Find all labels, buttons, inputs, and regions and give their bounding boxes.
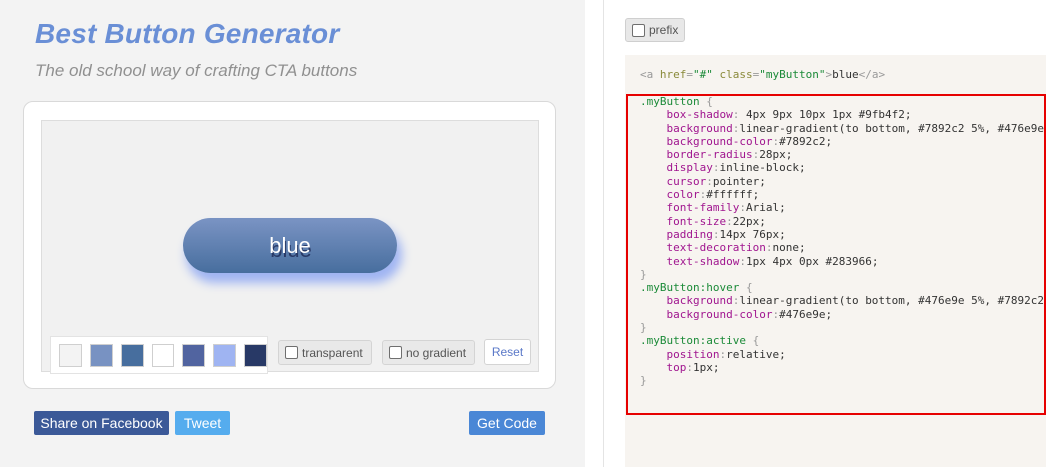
- css-property: font-family: [666, 201, 740, 215]
- css-value: #ffffff;: [706, 188, 760, 202]
- html-class-value: "myButton": [759, 68, 826, 81]
- swatch-white[interactable]: [151, 343, 175, 367]
- css-value: #7892c2;: [779, 134, 833, 148]
- transparent-checkbox[interactable]: [285, 346, 298, 359]
- css-value: none;: [772, 241, 806, 255]
- prefix-toggle[interactable]: prefix: [625, 18, 685, 42]
- css-value: pointer;: [712, 174, 766, 188]
- page-subtitle: The old school way of crafting CTA butto…: [35, 61, 358, 80]
- prefix-label: prefix: [649, 23, 679, 37]
- css-value: #476e9e;: [779, 307, 833, 321]
- preview-card: blue transparent no gradient Reset: [23, 101, 556, 389]
- preview-button[interactable]: blue: [183, 218, 397, 273]
- css-property: text-shadow: [666, 254, 740, 268]
- color-swatches: [50, 336, 268, 374]
- css-value: linear-gradient(to bottom, #7892c2 5%, #…: [739, 121, 1044, 135]
- transparent-option[interactable]: transparent: [278, 340, 372, 365]
- css-property: background-color: [666, 134, 773, 148]
- html-href-attr: href: [659, 68, 687, 81]
- no-gradient-label: no gradient: [406, 345, 467, 360]
- swatch-indigo[interactable]: [182, 343, 206, 367]
- html-href-value: "#": [693, 68, 713, 81]
- css-value: 1px;: [693, 360, 720, 374]
- css-value: 4px 9px 10px 1px #9fb4f2;: [739, 108, 912, 122]
- no-gradient-option[interactable]: no gradient: [382, 340, 476, 365]
- css-property: background-color: [666, 307, 773, 321]
- css-selector: .myButton:active: [640, 334, 746, 348]
- css-value: 22px;: [732, 214, 766, 228]
- css-property: background: [666, 121, 733, 135]
- reset-button[interactable]: Reset: [484, 339, 531, 365]
- button-preview-area: blue transparent no gradient Reset: [41, 120, 539, 374]
- css-property: font-size: [666, 214, 727, 228]
- html-snippet: <a href="#" class="myButton">blue</a>: [640, 68, 886, 81]
- pane-divider: [603, 0, 604, 467]
- css-property: display: [666, 161, 713, 175]
- css-value: relative;: [726, 347, 786, 361]
- css-property: cursor: [666, 174, 707, 188]
- swatch-periwinkle[interactable]: [213, 343, 237, 367]
- swatch-navy[interactable]: [244, 343, 268, 367]
- css-property: color: [666, 188, 700, 202]
- page-title: Best Button Generator: [35, 18, 340, 49]
- get-code-button[interactable]: Get Code: [469, 411, 545, 435]
- css-selector: .myButton: [640, 95, 700, 108]
- css-property: top: [666, 360, 687, 374]
- share-facebook-button[interactable]: Share on Facebook: [34, 411, 169, 435]
- css-property: border-radius: [666, 148, 753, 162]
- css-property: text-decoration: [666, 241, 766, 255]
- css-value: inline-block;: [719, 161, 806, 175]
- css-selector: .myButton:hover: [640, 281, 740, 295]
- tweet-button[interactable]: Tweet: [175, 411, 230, 435]
- css-value: 14px 76px;: [719, 227, 786, 241]
- css-property: box-shadow: [666, 108, 733, 122]
- html-link-text: blue: [832, 68, 859, 81]
- html-tag-open: <a: [640, 68, 654, 81]
- prefix-checkbox[interactable]: [632, 23, 645, 37]
- swatch-dark-steel-blue[interactable]: [120, 343, 144, 367]
- css-value: Arial;: [745, 201, 786, 215]
- html-tag-end: </a>: [858, 68, 886, 81]
- css-code-block: .myButton { box-shadow: 4px 9px 10px 1px…: [640, 95, 1046, 388]
- code-panel: <a href="#" class="myButton">blue</a> .m…: [625, 55, 1046, 467]
- no-gradient-checkbox[interactable]: [389, 346, 402, 359]
- swatch-steel-blue[interactable]: [89, 343, 113, 367]
- css-value: linear-gradient(to bottom, #476e9e 5%, #…: [739, 294, 1044, 308]
- css-property: padding: [666, 227, 713, 241]
- css-property: position: [666, 347, 720, 361]
- css-value: 28px;: [759, 148, 793, 162]
- html-class-attr: class: [719, 68, 753, 81]
- transparent-label: transparent: [302, 345, 363, 360]
- css-value: 1px 4px 0px #283966;: [745, 254, 879, 268]
- css-property: background: [666, 294, 733, 308]
- swatch-light-gray[interactable]: [59, 343, 82, 367]
